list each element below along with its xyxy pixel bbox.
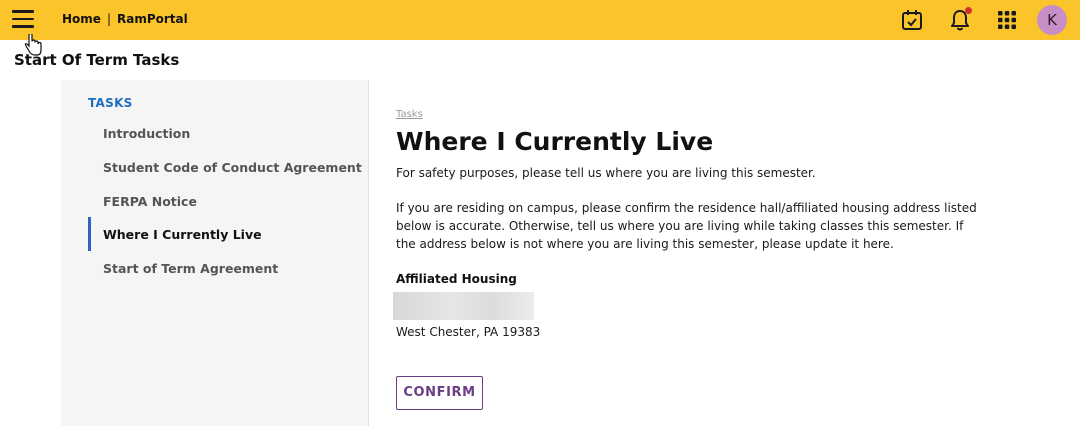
calendar-check-icon[interactable] <box>899 7 925 33</box>
app-name-link[interactable]: RamPortal <box>117 12 188 26</box>
task-title: Where I Currently Live <box>396 127 714 156</box>
pointer-cursor-icon <box>24 34 42 56</box>
home-link[interactable]: Home <box>62 12 101 26</box>
task-sidebar: TASKS Introduction Student Code of Condu… <box>61 80 368 426</box>
top-breadcrumb: Home | RamPortal <box>62 12 188 26</box>
sidebar-item-code-of-conduct[interactable]: Student Code of Conduct Agreement <box>88 150 362 184</box>
address-city-line: West Chester, PA 19383 <box>396 325 541 339</box>
notification-dot <box>965 7 972 14</box>
top-bar: Home | RamPortal K <box>0 0 1080 40</box>
sidebar-item-start-of-term-agreement[interactable]: Start of Term Agreement <box>88 251 358 285</box>
sidebar-item-label: Student Code of Conduct Agreement <box>103 160 362 175</box>
sidebar-item-label: Start of Term Agreement <box>103 261 279 276</box>
redacted-street-address <box>393 292 534 320</box>
instructions-text: If you are residing on campus, please co… <box>396 201 977 251</box>
active-indicator <box>88 217 91 251</box>
sidebar-item-label: Where I Currently Live <box>103 227 262 242</box>
housing-label: Affiliated Housing <box>396 272 517 286</box>
sidebar-item-introduction[interactable]: Introduction <box>88 116 358 150</box>
sidebar-item-where-i-live[interactable]: Where I Currently Live <box>88 217 358 251</box>
sidebar-item-label: Introduction <box>103 126 191 141</box>
breadcrumb-separator: | <box>106 12 111 26</box>
confirm-button[interactable]: CONFIRM <box>396 376 483 410</box>
avatar[interactable]: K <box>1037 5 1067 35</box>
notifications-button[interactable] <box>947 7 973 33</box>
tasks-breadcrumb-link[interactable]: Tasks <box>396 109 423 120</box>
menu-icon[interactable] <box>12 10 34 28</box>
sidebar-heading: TASKS <box>88 96 133 110</box>
apps-grid-icon[interactable] <box>994 7 1020 33</box>
sidebar-divider <box>368 80 369 426</box>
sidebar-item-label: FERPA Notice <box>103 194 197 209</box>
intro-text: For safety purposes, please tell us wher… <box>396 166 816 180</box>
sidebar-item-ferpa-notice[interactable]: FERPA Notice <box>88 184 358 218</box>
